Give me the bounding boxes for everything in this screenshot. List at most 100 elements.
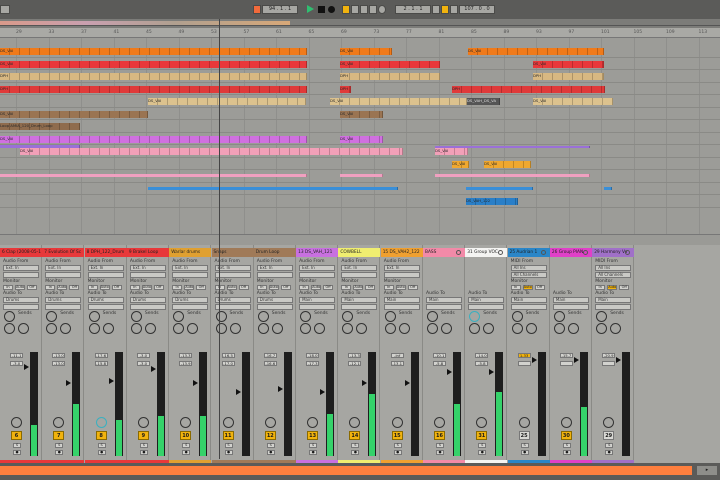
output-channel-dropdown[interactable] [129, 304, 166, 310]
monitor-auto-button[interactable]: Auto [15, 285, 25, 290]
volume-fader-handle[interactable] [277, 386, 283, 393]
send-c-knob[interactable] [271, 323, 283, 334]
arrangement-clip[interactable]: Loop AMIA_120_Drum_Loop [0, 123, 80, 130]
automation-arm-button[interactable] [351, 5, 359, 14]
monitor-in-button[interactable]: In [256, 285, 267, 290]
volume-fader-handle[interactable] [193, 380, 199, 387]
monitor-in-button[interactable]: In [341, 285, 352, 290]
output-type-dropdown[interactable]: Main [341, 297, 378, 303]
input-type-dropdown[interactable]: Ext. In [383, 265, 420, 271]
send-a-knob[interactable] [46, 311, 58, 322]
volume-fader-handle[interactable] [66, 380, 72, 387]
volume-value[interactable]: -3.0 [136, 353, 150, 358]
input-type-dropdown[interactable]: Ext. In [341, 265, 378, 271]
arm-button[interactable]: ● [605, 450, 614, 455]
loop-length[interactable]: 107 . 0 . 0 [459, 5, 495, 14]
send-b-knob[interactable] [257, 323, 269, 334]
solo-button[interactable]: S [351, 443, 360, 448]
track-lane[interactable] [0, 195, 720, 208]
send-c-knob[interactable] [60, 323, 72, 334]
arrangement-clip[interactable]: DS_VAI [533, 98, 613, 105]
solo-button[interactable]: S [562, 443, 571, 448]
monitor-in-button[interactable]: In [87, 285, 98, 290]
send-b-knob[interactable] [511, 323, 523, 334]
monitor-in-button[interactable]: In [45, 285, 56, 290]
send-a-knob[interactable] [300, 311, 312, 322]
track-name-header[interactable]: 13 DS_VAH_121 [296, 248, 339, 257]
arrangement-clip[interactable]: DS_VAI [340, 110, 383, 118]
input-type-dropdown[interactable]: Ext. In [299, 265, 336, 271]
send-a-knob[interactable] [596, 311, 608, 322]
pan-knob[interactable] [603, 417, 615, 428]
input-type-dropdown[interactable]: Ext. In [129, 265, 166, 271]
arrangement-clip[interactable]: DS_VAI [533, 60, 604, 68]
monitor-auto-button[interactable]: Auto [141, 285, 152, 290]
volume-fader-handle[interactable] [404, 380, 410, 387]
solo-button[interactable]: S [605, 443, 614, 448]
monitor-off-button[interactable]: Off [280, 285, 291, 290]
volume-fader-handle[interactable] [150, 365, 156, 372]
solo-button[interactable]: S [520, 443, 529, 448]
track-name-header[interactable]: Warlar drums [169, 248, 212, 257]
solo-button[interactable]: S [13, 443, 21, 448]
track-activator-button[interactable]: 29 [603, 431, 615, 440]
output-channel-dropdown[interactable] [468, 304, 505, 310]
monitor-auto-button[interactable]: Auto [607, 285, 618, 290]
arrangement-clip[interactable] [0, 174, 307, 177]
track-fold-icon[interactable] [456, 250, 461, 255]
arrangement-clip[interactable] [340, 174, 383, 177]
arrangement-clip[interactable]: DPH [340, 85, 351, 93]
output-type-dropdown[interactable]: Main [383, 297, 420, 303]
track-activator-button[interactable]: 10 [180, 431, 192, 440]
session-record-button[interactable] [378, 5, 386, 14]
arm-button[interactable]: ● [436, 450, 444, 455]
pan-knob[interactable] [391, 417, 403, 428]
volume-value[interactable]: -15.7 [559, 353, 573, 358]
send-a-knob[interactable] [130, 311, 142, 322]
send-a-knob[interactable] [342, 311, 354, 322]
pan-knob[interactable] [11, 417, 22, 428]
input-channel-dropdown[interactable] [256, 272, 293, 278]
arrangement-clip[interactable]: DPH [452, 85, 605, 93]
arrangement-clip[interactable]: DPH [340, 73, 440, 80]
send-b-knob[interactable] [4, 323, 15, 334]
arrangement-clip[interactable]: DS_VAI [148, 98, 306, 105]
solo-button[interactable]: S [224, 443, 233, 448]
pan-knob[interactable] [560, 417, 572, 428]
arrangement-clip[interactable]: DS_VAI [0, 60, 307, 68]
loop-start[interactable]: 2 . 1 . 1 [395, 5, 431, 14]
arrangement-clip[interactable]: DS_VAI [435, 148, 468, 155]
input-type-dropdown[interactable]: Ext. In [256, 265, 293, 271]
arrangement-clip[interactable]: DS_VAI [340, 135, 383, 143]
track-activator-button[interactable]: 7 [53, 431, 65, 440]
send-b-knob[interactable] [215, 323, 227, 334]
monitor-off-button[interactable]: Off [69, 285, 80, 290]
send-c-knob[interactable] [102, 323, 114, 334]
send-c-knob[interactable] [314, 323, 326, 334]
arrangement-clip[interactable]: DS_VAI [468, 48, 604, 55]
send-b-knob[interactable] [384, 323, 396, 334]
solo-button[interactable]: S [478, 443, 487, 448]
arrangement-clip[interactable]: DS_VAI [20, 148, 403, 155]
send-c-knob[interactable] [483, 323, 495, 334]
send-c-knob[interactable] [567, 323, 579, 334]
input-type-dropdown[interactable]: Ext. In [3, 265, 39, 271]
volume-fader-handle[interactable] [24, 363, 29, 370]
output-channel-dropdown[interactable] [299, 304, 336, 310]
arrangement-view[interactable]: DS_VAI DS_VAI DS_VAI DS_VAI DS_VAI DS_VAI DPH D… [0, 38, 720, 234]
send-a-knob[interactable] [215, 311, 227, 322]
output-type-dropdown[interactable]: Main [552, 297, 589, 303]
arm-button[interactable]: ● [97, 450, 106, 455]
arrangement-position[interactable]: 94 . 1 . 1 [262, 5, 298, 14]
solo-button[interactable]: S [139, 443, 148, 448]
monitor-off-button[interactable]: Off [238, 285, 249, 290]
arrangement-clip[interactable]: DPH [0, 73, 307, 80]
track-name-header[interactable]: 7 Evolution Of Sc [42, 248, 85, 257]
monitor-in-button[interactable]: In [510, 285, 521, 290]
stop-icon[interactable] [318, 6, 325, 13]
track-lane[interactable] [0, 120, 720, 133]
input-type-dropdown[interactable]: All Ins [510, 265, 547, 271]
monitor-off-button[interactable]: Off [619, 285, 630, 290]
volume-fader-handle[interactable] [573, 357, 579, 364]
volume-value[interactable]: -11.1 [10, 353, 23, 358]
